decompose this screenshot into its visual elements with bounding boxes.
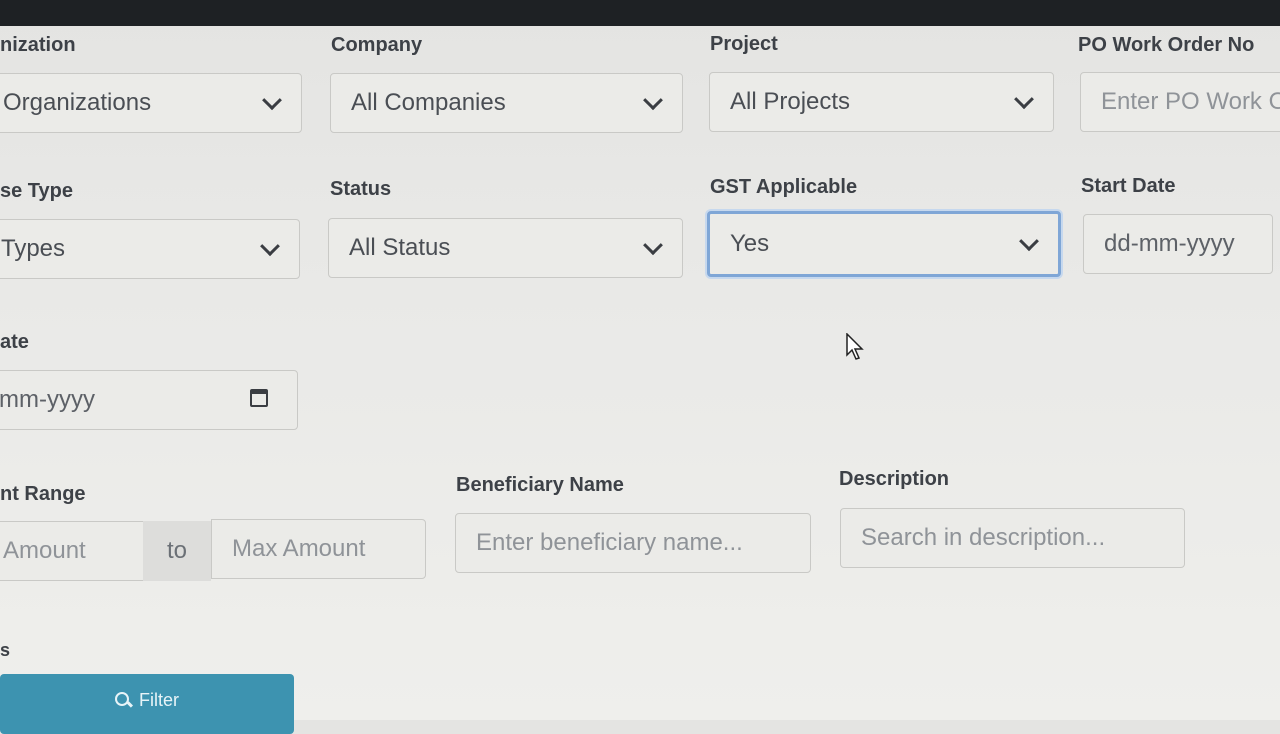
- beneficiary-input[interactable]: Enter beneficiary name...: [455, 513, 811, 573]
- gst-applicable-select[interactable]: Yes: [707, 211, 1061, 277]
- filter-button[interactable]: Filter: [0, 674, 294, 734]
- project-select[interactable]: All Projects: [709, 72, 1054, 132]
- top-bar: [0, 0, 1280, 26]
- beneficiary-label: Beneficiary Name: [456, 474, 624, 496]
- min-amount-placeholder: Amount: [3, 537, 86, 564]
- description-input[interactable]: Search in description...: [840, 508, 1185, 568]
- po-work-order-label: PO Work Order No: [1078, 34, 1255, 56]
- organization-label: nization: [0, 34, 76, 56]
- chevron-down-icon: [1019, 231, 1039, 252]
- mouse-cursor-icon: [846, 333, 864, 360]
- calendar-icon[interactable]: [250, 389, 268, 407]
- start-date-input[interactable]: dd-mm-yyyy: [1083, 214, 1273, 274]
- beneficiary-placeholder: Enter beneficiary name...: [476, 529, 743, 556]
- status-select[interactable]: All Status: [328, 218, 683, 278]
- project-label: Project: [710, 33, 778, 55]
- description-label: Description: [839, 468, 950, 490]
- end-date-label: ate: [0, 331, 29, 353]
- filter-button-label: Filter: [139, 689, 179, 710]
- amount-range-label: nt Range: [0, 483, 86, 505]
- organization-select[interactable]: Organizations: [0, 73, 302, 133]
- company-label: Company: [331, 34, 423, 56]
- po-work-order-placeholder: Enter PO Work O: [1101, 88, 1280, 115]
- project-value: All Projects: [730, 88, 851, 115]
- gst-applicable-label: GST Applicable: [710, 176, 858, 198]
- description-placeholder: Search in description...: [861, 524, 1106, 551]
- search-icon: [115, 692, 131, 708]
- expense-type-select[interactable]: Types: [0, 219, 300, 279]
- chevron-down-icon: [262, 90, 282, 111]
- chevron-down-icon: [260, 236, 280, 257]
- company-value: All Companies: [351, 89, 506, 116]
- gst-applicable-value: Yes: [730, 230, 770, 257]
- status-value: All Status: [349, 234, 451, 261]
- max-amount-placeholder: Max Amount: [232, 535, 366, 562]
- expense-type-label: se Type: [0, 180, 73, 202]
- status-label: Status: [330, 178, 392, 200]
- start-date-label: Start Date: [1081, 175, 1176, 197]
- range-separator: to: [143, 521, 211, 581]
- expense-type-value: Types: [1, 235, 66, 262]
- po-work-order-input[interactable]: Enter PO Work O: [1080, 72, 1280, 132]
- company-select[interactable]: All Companies: [330, 73, 683, 133]
- stray-label: s: [0, 640, 11, 660]
- start-date-placeholder: dd-mm-yyyy: [1104, 230, 1235, 257]
- chevron-down-icon: [643, 90, 663, 111]
- organization-value: Organizations: [3, 89, 152, 116]
- max-amount-input[interactable]: Max Amount: [211, 519, 426, 579]
- chevron-down-icon: [1014, 89, 1034, 110]
- end-date-placeholder: mm-yyyy: [0, 386, 95, 413]
- chevron-down-icon: [643, 235, 663, 256]
- min-amount-input[interactable]: Amount: [0, 521, 144, 581]
